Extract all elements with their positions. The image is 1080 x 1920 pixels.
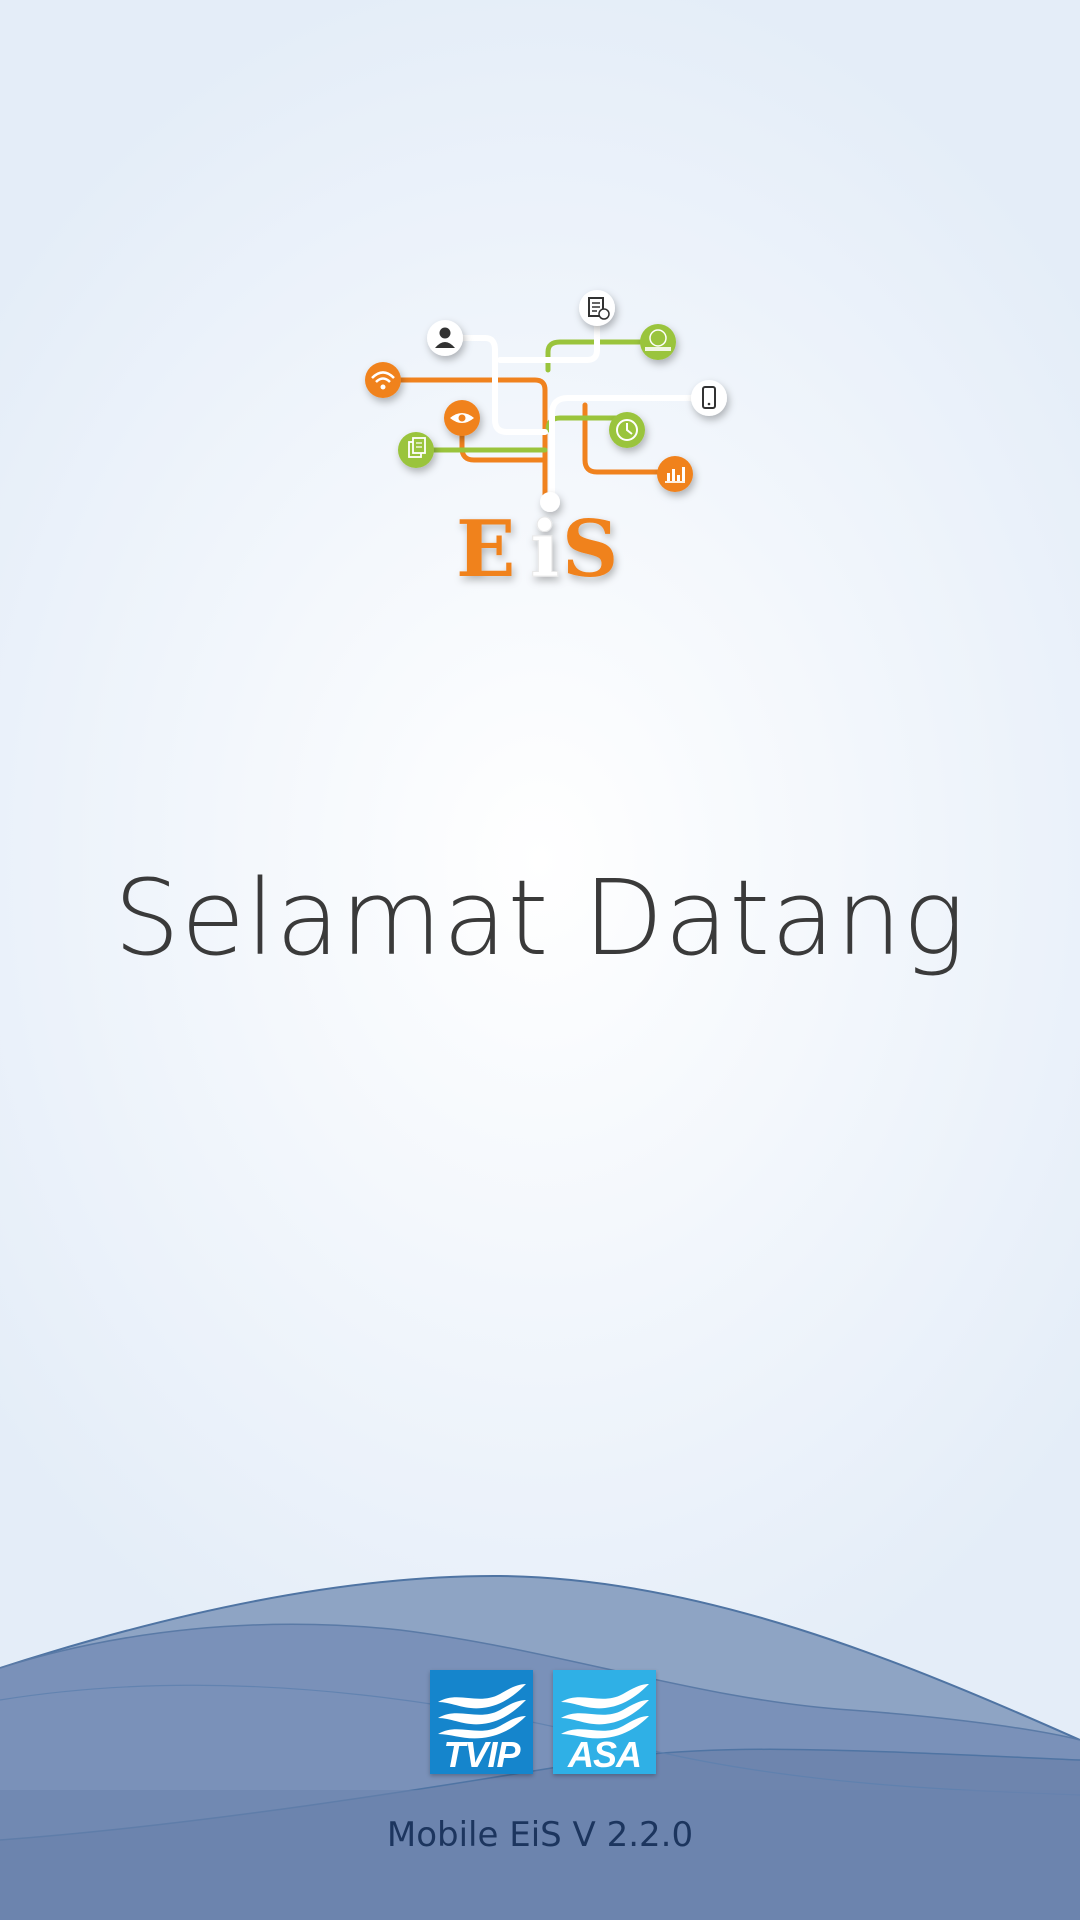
- document-check-icon: [579, 290, 615, 326]
- app-version-label: Mobile EiS V 2.2.0: [386, 1815, 694, 1855]
- mobile-phone-icon: [691, 380, 727, 416]
- svg-text:S: S: [562, 504, 618, 595]
- svg-text:E: E: [456, 504, 515, 595]
- bar-chart-icon: [657, 456, 693, 492]
- eye-icon: [444, 400, 480, 436]
- svg-text:i: i: [530, 504, 560, 595]
- asa-logo: ASA: [553, 1670, 656, 1774]
- files-icon: [398, 432, 434, 468]
- wifi-icon: [365, 362, 401, 398]
- tvip-logo: TVIP: [430, 1670, 533, 1774]
- company-logos: TVIP ASA: [430, 1670, 656, 1774]
- eis-app-logo: E i S: [340, 270, 760, 610]
- clock-icon: [609, 412, 645, 448]
- person-icon: [427, 320, 463, 356]
- asa-logo-text: ASA: [567, 1734, 642, 1775]
- tvip-logo-text: TVIP: [443, 1734, 520, 1775]
- service-icon: [640, 324, 676, 360]
- welcome-heading: Selamat Datang: [113, 857, 967, 979]
